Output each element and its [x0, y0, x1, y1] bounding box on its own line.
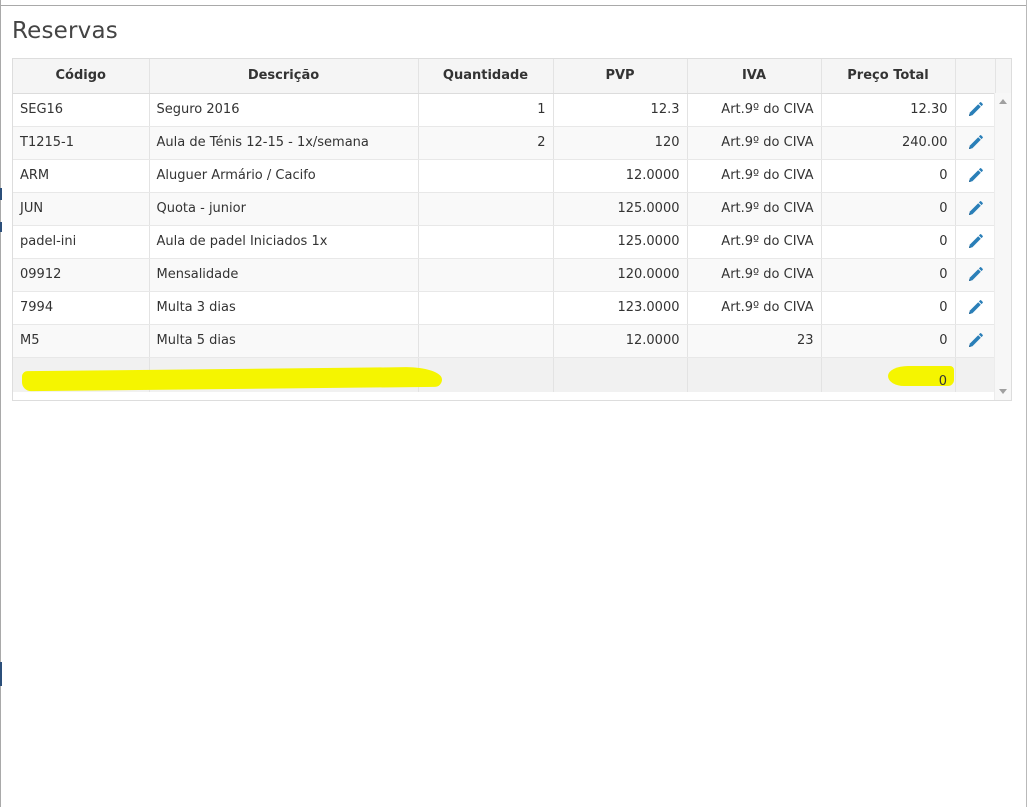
cell-descricao: Aula de padel Iniciados 1x — [149, 225, 419, 259]
table-row[interactable]: M5 Multa 5 dias 12.0000 23 0 — [13, 324, 996, 358]
cell-codigo: ARM — [13, 159, 150, 193]
cell-iva: Art.9º do CIVA — [687, 192, 822, 226]
cell-edit[interactable] — [955, 291, 996, 325]
pencil-edit-icon[interactable] — [966, 332, 984, 350]
footer-cell-actions — [955, 357, 996, 392]
column-header-quantidade[interactable]: Quantidade — [418, 59, 554, 94]
cell-descricao: Aluguer Armário / Cacifo — [149, 159, 419, 193]
pencil-edit-icon[interactable] — [966, 101, 984, 119]
column-header-preco-total[interactable]: Preço Total — [821, 59, 956, 94]
cell-preco-total: 0 — [821, 258, 956, 292]
cell-codigo: SEG16 — [13, 93, 150, 127]
cell-preco-total: 0 — [821, 159, 956, 193]
cell-iva: Art.9º do CIVA — [687, 258, 822, 292]
cell-iva: 23 — [687, 324, 822, 358]
column-header-descricao[interactable]: Descrição — [149, 59, 419, 94]
reservas-table: Código Descrição Quantidade PVP IVA Preç… — [13, 59, 996, 392]
cell-preco-total: 240.00 — [821, 126, 956, 160]
cell-edit[interactable] — [955, 324, 996, 358]
cell-codigo: M5 — [13, 324, 150, 358]
cell-pvp: 120.0000 — [553, 258, 688, 292]
cell-edit[interactable] — [955, 192, 996, 226]
cell-codigo: T1215-1 — [13, 126, 150, 160]
cell-edit[interactable] — [955, 225, 996, 259]
cell-preco-total: 0 — [821, 291, 956, 325]
cell-pvp: 120 — [553, 126, 688, 160]
cell-descricao: Aula de Ténis 12-15 - 1x/semana — [149, 126, 419, 160]
cell-pvp: 12.0000 — [553, 324, 688, 358]
cell-descricao: Multa 5 dias — [149, 324, 419, 358]
cell-iva: Art.9º do CIVA — [687, 291, 822, 325]
cell-pvp: 125.0000 — [553, 192, 688, 226]
pencil-edit-icon[interactable] — [966, 134, 984, 152]
cell-pvp: 123.0000 — [553, 291, 688, 325]
vertical-scrollbar[interactable] — [994, 93, 1011, 400]
column-header-codigo[interactable]: Código — [13, 59, 150, 94]
cell-pvp: 12.3 — [553, 93, 688, 127]
table-header-row: Código Descrição Quantidade PVP IVA Preç… — [13, 59, 996, 94]
cell-descricao: Quota - junior — [149, 192, 419, 226]
pencil-edit-icon[interactable] — [966, 266, 984, 284]
footer-cell-iva — [687, 357, 822, 392]
cell-quantidade — [418, 192, 554, 226]
cell-preco-total: 0 — [821, 225, 956, 259]
cell-codigo: 09912 — [13, 258, 150, 292]
cell-descricao: Seguro 2016 — [149, 93, 419, 127]
cell-edit[interactable] — [955, 159, 996, 193]
cell-descricao: Multa 3 dias — [149, 291, 419, 325]
cell-pvp: 12.0000 — [553, 159, 688, 193]
scrollbar-header-filler — [995, 59, 1011, 93]
footer-total-value: 0 — [938, 374, 947, 389]
cell-preco-total: 0 — [821, 324, 956, 358]
cell-edit[interactable] — [955, 126, 996, 160]
cell-quantidade: 2 — [418, 126, 554, 160]
cell-quantidade — [418, 159, 554, 193]
cell-quantidade: 1 — [418, 93, 554, 127]
cell-edit[interactable] — [955, 93, 996, 127]
footer-cell-pvp — [553, 357, 688, 392]
cell-pvp: 125.0000 — [553, 225, 688, 259]
page-title: Reservas — [12, 18, 118, 44]
table-row[interactable]: padel-ini Aula de padel Iniciados 1x 125… — [13, 225, 996, 259]
table-row[interactable]: 09912 Mensalidade 120.0000 Art.9º do CIV… — [13, 258, 996, 292]
cell-iva: Art.9º do CIVA — [687, 225, 822, 259]
cell-edit[interactable] — [955, 258, 996, 292]
table-row[interactable]: 7994 Multa 3 dias 123.0000 Art.9º do CIV… — [13, 291, 996, 325]
cell-preco-total: 0 — [821, 192, 956, 226]
table-row[interactable]: T1215-1 Aula de Ténis 12-15 - 1x/semana … — [13, 126, 996, 160]
cell-descricao: Mensalidade — [149, 258, 419, 292]
cell-codigo: JUN — [13, 192, 150, 226]
cell-quantidade — [418, 258, 554, 292]
reservas-grid: Código Descrição Quantidade PVP IVA Preç… — [12, 58, 1012, 401]
cell-quantidade — [418, 324, 554, 358]
table-row[interactable]: SEG16 Seguro 2016 1 12.3 Art.9º do CIVA … — [13, 93, 996, 127]
cell-codigo: padel-ini — [13, 225, 150, 259]
cell-iva: Art.9º do CIVA — [687, 159, 822, 193]
cell-quantidade — [418, 291, 554, 325]
column-header-actions — [955, 59, 996, 94]
cell-quantidade — [418, 225, 554, 259]
pencil-edit-icon[interactable] — [966, 200, 984, 218]
pencil-edit-icon[interactable] — [966, 233, 984, 251]
table-row[interactable]: ARM Aluguer Armário / Cacifo 12.0000 Art… — [13, 159, 996, 193]
cell-iva: Art.9º do CIVA — [687, 126, 822, 160]
pencil-edit-icon[interactable] — [966, 167, 984, 185]
scroll-down-arrow-icon[interactable] — [999, 389, 1007, 394]
scroll-up-arrow-icon[interactable] — [999, 99, 1007, 104]
cell-codigo: 7994 — [13, 291, 150, 325]
cell-iva: Art.9º do CIVA — [687, 93, 822, 127]
cell-preco-total: 12.30 — [821, 93, 956, 127]
table-row[interactable]: JUN Quota - junior 125.0000 Art.9º do CI… — [13, 192, 996, 226]
column-header-pvp[interactable]: PVP — [553, 59, 688, 94]
window-top-strip — [0, 0, 1027, 6]
pencil-edit-icon[interactable] — [966, 299, 984, 317]
column-header-iva[interactable]: IVA — [687, 59, 822, 94]
